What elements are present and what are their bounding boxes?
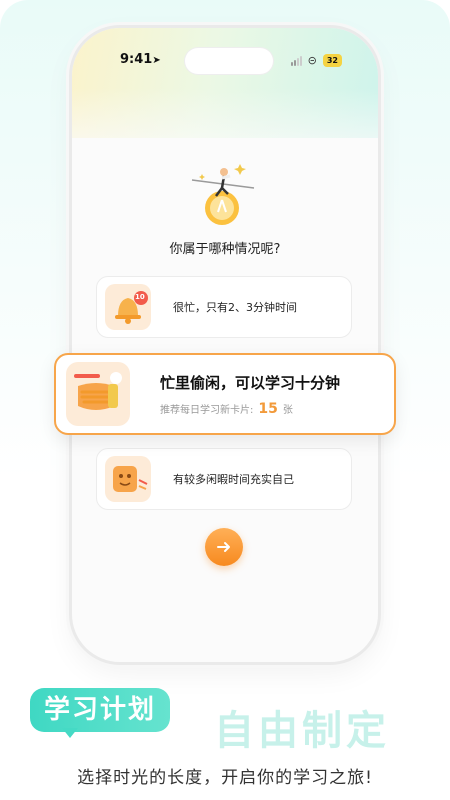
signal-icon <box>290 55 302 66</box>
status-indicators: ⊝ 32 <box>290 54 342 67</box>
option-free-time-label: 有较多闲暇时间充实自己 <box>173 473 294 486</box>
option-ten-minutes-selected[interactable]: 忙里偷闲，可以学习十分钟 推荐每日学习新卡片: 15 张 <box>54 353 396 435</box>
promo-tag: 学习计划 <box>30 688 171 732</box>
location-arrow-icon: ➤ <box>152 55 161 66</box>
next-button[interactable] <box>205 528 243 566</box>
arrow-right-icon <box>217 542 230 552</box>
option-free-time[interactable]: 有较多闲暇时间充实自己 <box>96 448 352 510</box>
hand-book-illustration <box>66 362 130 426</box>
battery-icon: 32 <box>322 54 342 67</box>
person-on-coin-illustration <box>191 164 255 225</box>
notification-badge: 10 <box>135 293 145 301</box>
phone-frame: 9:41➤ ⊝ 32 你属于哪种情况呢? 10 很忙，只有2、3分钟时间 有较多… <box>72 28 378 662</box>
link-icon: ⊝ <box>307 54 317 67</box>
toast-illustration <box>105 456 151 502</box>
option-ten-minutes-title: 忙里偷闲，可以学习十分钟 <box>160 373 341 392</box>
option-busy[interactable]: 10 很忙，只有2、3分钟时间 <box>96 276 352 338</box>
dynamic-island <box>185 48 273 74</box>
option-busy-label: 很忙，只有2、3分钟时间 <box>173 301 297 314</box>
card-count: 15 <box>258 400 278 417</box>
question-title: 你属于哪种情况呢? <box>169 242 281 257</box>
bell-illustration: 10 <box>105 284 151 330</box>
card-unit: 张 <box>282 404 293 416</box>
recommendation-label: 推荐每日学习新卡片: <box>160 404 254 416</box>
promo-subtitle: 选择时光的长度，开启你的学习之旅! <box>77 768 373 788</box>
recommendation-line: 推荐每日学习新卡片: 15 张 <box>160 401 340 417</box>
promo-title: 自由制定 <box>214 708 390 754</box>
status-time: 9:41➤ <box>120 52 161 67</box>
status-time-text: 9:41 <box>120 52 153 67</box>
promo-tag-tail <box>62 728 78 738</box>
